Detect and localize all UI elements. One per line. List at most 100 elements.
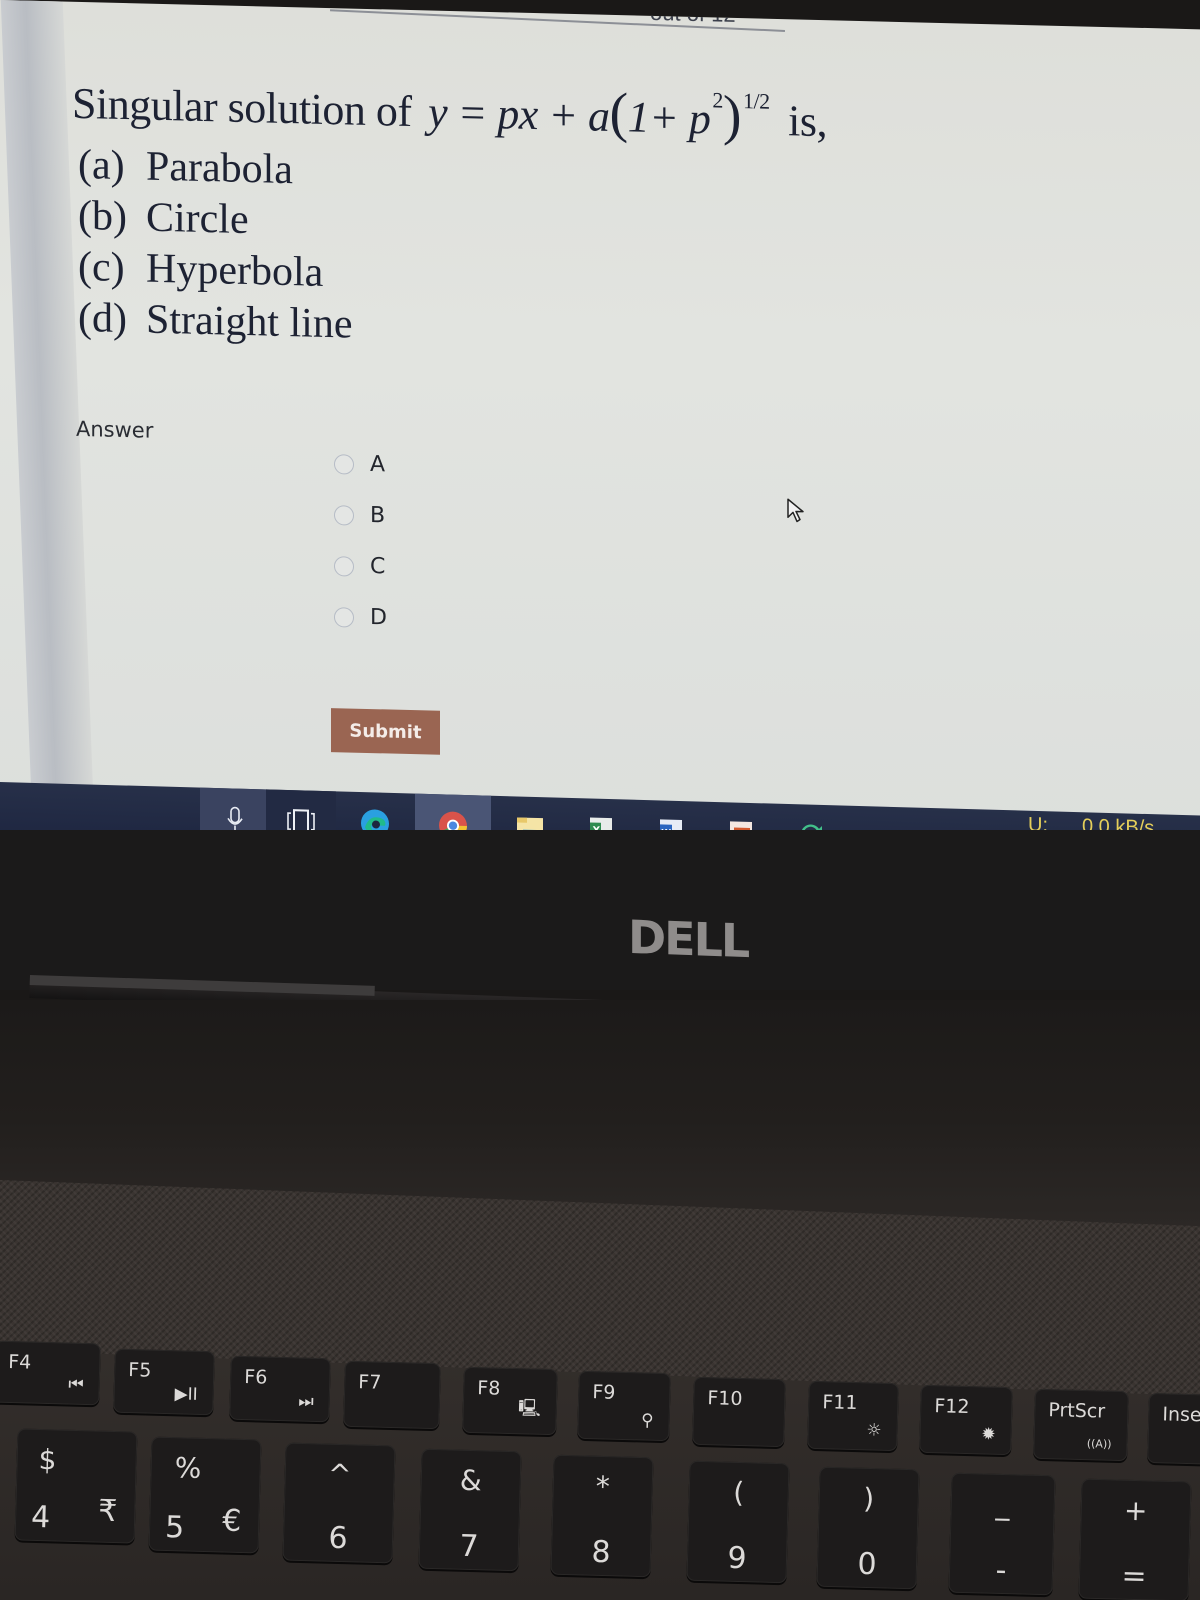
key-4[interactable]: $4 ₹ [14, 1428, 138, 1544]
brightness-down-icon: ☼ [866, 1420, 882, 1441]
key-shift-symbol: ^ [327, 1457, 352, 1492]
key-shift-symbol: % [174, 1451, 202, 1485]
key-f12[interactable]: F12 ✹ [919, 1384, 1013, 1456]
key-shift-symbol: & [459, 1463, 483, 1498]
key-minus[interactable]: _ - [948, 1472, 1056, 1596]
option-letter: (b) [78, 192, 127, 241]
display-switch-icon: 🖳 [517, 1398, 542, 1419]
key-shift-symbol: + [1123, 1493, 1148, 1528]
key-shift-symbol: ( [732, 1475, 745, 1510]
key-f7[interactable]: F7 [343, 1360, 441, 1430]
key-insert[interactable]: Inse [1147, 1392, 1200, 1466]
options-list: (a) Parabola (b) Circle (c) Hyperbola (d) St… [78, 140, 352, 351]
radio-option-b[interactable]: B [334, 489, 387, 541]
key-5[interactable]: % 5 € [148, 1436, 262, 1554]
search-icon: ⚲ [640, 1410, 654, 1431]
equation-lhs: y = px + a [428, 87, 610, 141]
key-label: F7 [358, 1371, 382, 1394]
key-label: PrtScr [1048, 1399, 1106, 1423]
key-8[interactable]: * 8 [550, 1454, 654, 1578]
key-equals[interactable]: + = [1078, 1478, 1192, 1600]
radio-option-c[interactable]: C [334, 540, 387, 592]
radio-button[interactable] [334, 555, 354, 577]
key-label: F5 [128, 1359, 152, 1382]
key-label: F4 [7, 1350, 32, 1374]
key-label: F8 [477, 1377, 501, 1400]
radio-button[interactable] [334, 606, 354, 628]
radio-label[interactable]: A [370, 452, 385, 477]
key-digit: 0 [857, 1546, 878, 1583]
option-b: (b) Circle [78, 191, 352, 249]
radio-option-a[interactable]: A [334, 438, 387, 490]
key-0[interactable]: ) 0 [816, 1466, 920, 1590]
option-text: Hyperbola [146, 245, 324, 296]
question-prefix: Singular solution of [72, 78, 412, 137]
screen-bezel [0, 830, 1200, 990]
key-label: F10 [707, 1387, 743, 1411]
equation-open-paren: ( [609, 81, 628, 145]
play-pause-icon: ▶II [174, 1384, 198, 1405]
option-letter: (d) [78, 294, 127, 343]
answer-radio-group: A B C D [334, 438, 387, 643]
dell-logo: DELL [628, 909, 749, 969]
inner-exponent: 2 [712, 87, 723, 113]
key-f6[interactable]: F6 ⏭ [229, 1355, 331, 1423]
next-track-icon: ⏭ [298, 1391, 314, 1412]
key-6[interactable]: ^ 6 [282, 1442, 396, 1564]
submit-button[interactable]: Submit [331, 708, 440, 755]
question-equation: y = px + a(1+ p2)1/2 [428, 82, 780, 148]
radio-button[interactable] [334, 453, 354, 475]
key-label: F12 [934, 1395, 970, 1419]
outer-exponent: 1/2 [743, 88, 770, 114]
option-a: (a) Parabola [78, 140, 352, 198]
key-f5[interactable]: F5 ▶II [113, 1348, 215, 1416]
equation-inner: 1+ p [627, 92, 711, 144]
key-label: F6 [244, 1366, 268, 1389]
key-digit: 7 [459, 1528, 480, 1565]
euro-symbol: € [221, 1503, 242, 1539]
key-label: F11 [822, 1391, 858, 1415]
previous-track-icon: ⏮ [68, 1374, 84, 1395]
option-text: Parabola [146, 143, 293, 194]
key-shift-symbol: ) [862, 1481, 875, 1516]
key-shift-symbol: _ [995, 1487, 1011, 1522]
radio-label[interactable]: C [370, 554, 385, 579]
key-label: Inse [1162, 1403, 1200, 1427]
key-shift-symbol: $ [38, 1443, 57, 1477]
option-d: (d) Straight line [78, 293, 352, 351]
key-f4[interactable]: F4 ⏮ [0, 1340, 101, 1406]
key-f11[interactable]: F11 ☼ [807, 1380, 899, 1452]
radio-label[interactable]: D [370, 605, 387, 630]
key-digit: 8 [591, 1534, 612, 1571]
key-digit: 9 [727, 1540, 748, 1577]
mouse-cursor-icon [787, 498, 804, 523]
question-suffix: is, [788, 96, 828, 147]
key-9[interactable]: (9 [686, 1460, 790, 1584]
brightness-up-icon: ✹ [981, 1424, 996, 1445]
rupee-symbol: ₹ [97, 1493, 118, 1530]
key-shift-symbol: * [595, 1469, 611, 1504]
question-text: Singular solution of y = px + a(1+ p2)1/… [72, 68, 827, 150]
key-f9[interactable]: F9 ⚲ [577, 1370, 671, 1442]
key-digit: - [995, 1552, 1007, 1589]
option-text: Circle [146, 194, 249, 244]
key-prtscr[interactable]: PrtScr ((A)) [1033, 1388, 1129, 1462]
equation-close-paren: ) [722, 84, 742, 148]
browser-page: out of 12 Singular solution of y = px + … [0, 0, 1200, 860]
key-digit: 5 [164, 1509, 185, 1546]
key-f10[interactable]: F10 [692, 1376, 786, 1448]
radio-label[interactable]: B [370, 503, 385, 528]
radio-option-d[interactable]: D [334, 591, 387, 643]
option-letter: (a) [78, 141, 125, 190]
answer-label: Answer [76, 416, 154, 443]
radio-button[interactable] [334, 504, 354, 526]
key-7[interactable]: & 7 [418, 1448, 522, 1572]
key-digit: 4 [30, 1499, 51, 1536]
key-f8[interactable]: F8 🖳 [462, 1366, 558, 1436]
key-digit: = [1121, 1558, 1148, 1595]
wireless-icon: ((A)) [1086, 1437, 1112, 1451]
key-digit: 6 [328, 1520, 349, 1557]
option-letter: (c) [78, 243, 125, 292]
option-c: (c) Hyperbola [78, 242, 352, 300]
key-label: F9 [592, 1381, 616, 1404]
